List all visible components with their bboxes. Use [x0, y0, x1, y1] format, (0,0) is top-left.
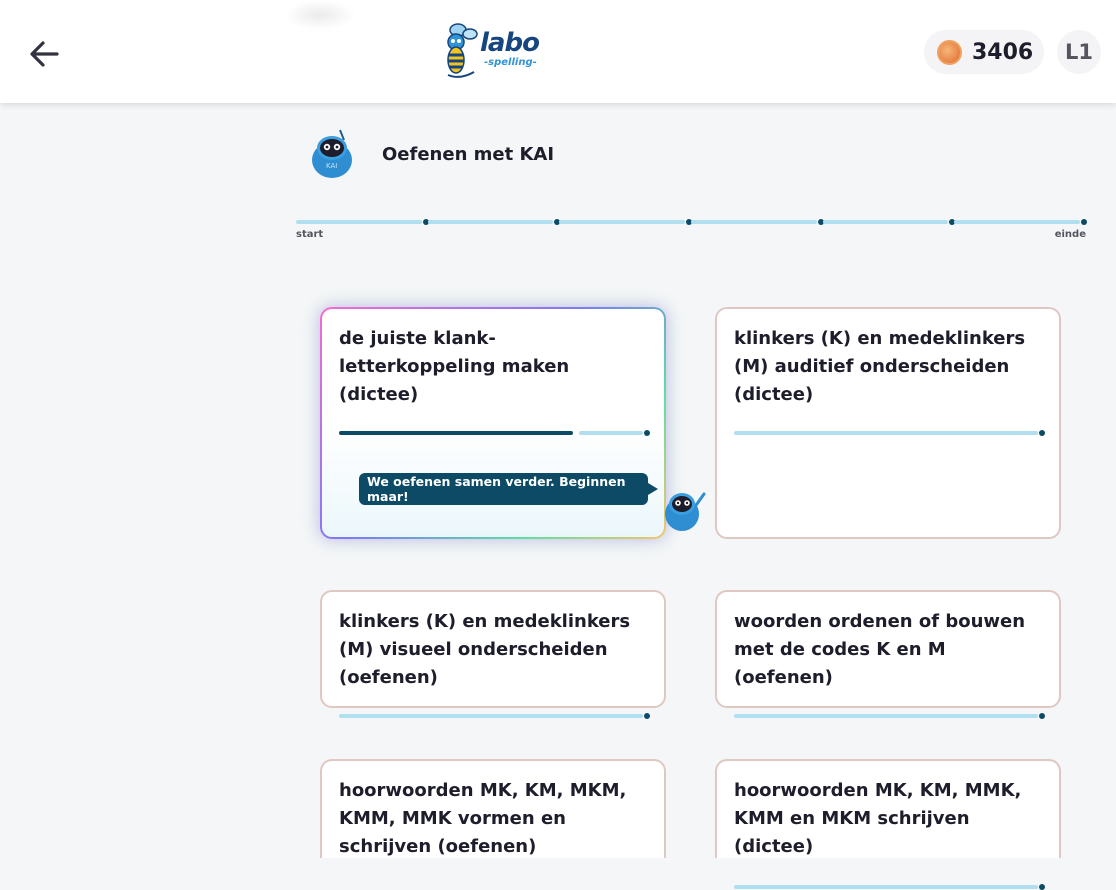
- kai-speech-bubble: We oefenen samen verder. Beginnen maar!: [359, 473, 658, 505]
- progress-checkpoint: [1081, 219, 1087, 225]
- kai-title: Oefenen met KAI: [382, 144, 555, 165]
- progress-segment: [427, 220, 554, 224]
- exercise-card[interactable]: woorden ordenen of bouwen met de codes K…: [715, 590, 1061, 719]
- exercise-card[interactable]: hoorwoorden MK, KM, MKM, KMM, MMK vormen…: [320, 759, 666, 858]
- progress-segment: [954, 220, 1080, 224]
- progress-segment: [296, 220, 422, 224]
- card-progress-remaining: [734, 714, 1038, 718]
- card-title: klinkers (K) en medeklinkers (M) visueel…: [339, 611, 631, 688]
- svg-text:KAI: KAI: [326, 162, 337, 170]
- card-progress: [339, 713, 650, 719]
- card-progress-remaining: [579, 431, 643, 435]
- card-progress: [734, 430, 1045, 436]
- kai-section: KAI Oefenen met KAI: [306, 126, 906, 182]
- card-progress-end: [644, 430, 650, 436]
- card-progress-end: [1039, 884, 1045, 890]
- card-title: klinkers (K) en medeklinkers (M) auditie…: [734, 328, 1026, 405]
- card-title: woorden ordenen of bouwen met de codes K…: [734, 611, 1026, 688]
- logo-subtext: -spelling-: [484, 57, 537, 68]
- card-progress-end: [644, 713, 650, 719]
- coin-count: 3406: [972, 39, 1034, 65]
- coin-counter[interactable]: 3406: [924, 30, 1044, 74]
- progress-start-label: start: [296, 229, 324, 240]
- card-progress-done: [339, 431, 573, 435]
- card-progress: [734, 884, 1045, 890]
- progress-segment: [691, 220, 817, 224]
- labo-spelling-logo: labo -spelling-: [440, 22, 544, 82]
- progress-segment: [559, 220, 685, 224]
- card-progress-remaining: [734, 431, 1038, 435]
- arrow-left-icon: [30, 41, 59, 67]
- kai-robot-small-icon: [665, 492, 706, 531]
- card-progress-remaining: [339, 714, 643, 718]
- bee-icon: [447, 23, 478, 78]
- card-progress-end: [1039, 430, 1045, 436]
- exercise-card[interactable]: klinkers (K) en medeklinkers (M) visueel…: [320, 590, 666, 719]
- exercise-card[interactable]: klinkers (K) en medeklinkers (M) auditie…: [715, 307, 1061, 539]
- card-progress-remaining: [734, 885, 1038, 889]
- card-title: hoorwoorden MK, KM, MMK, KMM en MKM schr…: [734, 780, 1022, 857]
- card-progress-end: [1039, 713, 1045, 719]
- level-badge[interactable]: L1: [1057, 30, 1101, 74]
- route-progress: start einde: [296, 216, 1087, 246]
- card-title: hoorwoorden MK, KM, MKM, KMM, MMK vormen…: [339, 780, 627, 857]
- card-title: de juiste klank-letterkoppeling maken (d…: [339, 328, 570, 405]
- card-progress: [734, 713, 1045, 719]
- coin-icon: [937, 39, 962, 65]
- card-progress: [339, 430, 650, 436]
- bubble-tail: [648, 483, 658, 495]
- back-button[interactable]: [24, 34, 64, 74]
- exercise-card[interactable]: hoorwoorden MK, KM, MMK, KMM en MKM schr…: [715, 759, 1061, 890]
- progress-end-label: einde: [1054, 229, 1086, 240]
- progress-segment: [822, 220, 949, 224]
- decorative-shadow: [284, 0, 356, 30]
- progress-track: [296, 219, 1087, 225]
- top-header: labo -spelling- 3406 L1: [0, 0, 1116, 103]
- kai-robot-icon: KAI: [312, 129, 352, 178]
- logo-text: labo: [480, 28, 540, 58]
- bubble-text: We oefenen samen verder. Beginnen maar!: [367, 474, 626, 504]
